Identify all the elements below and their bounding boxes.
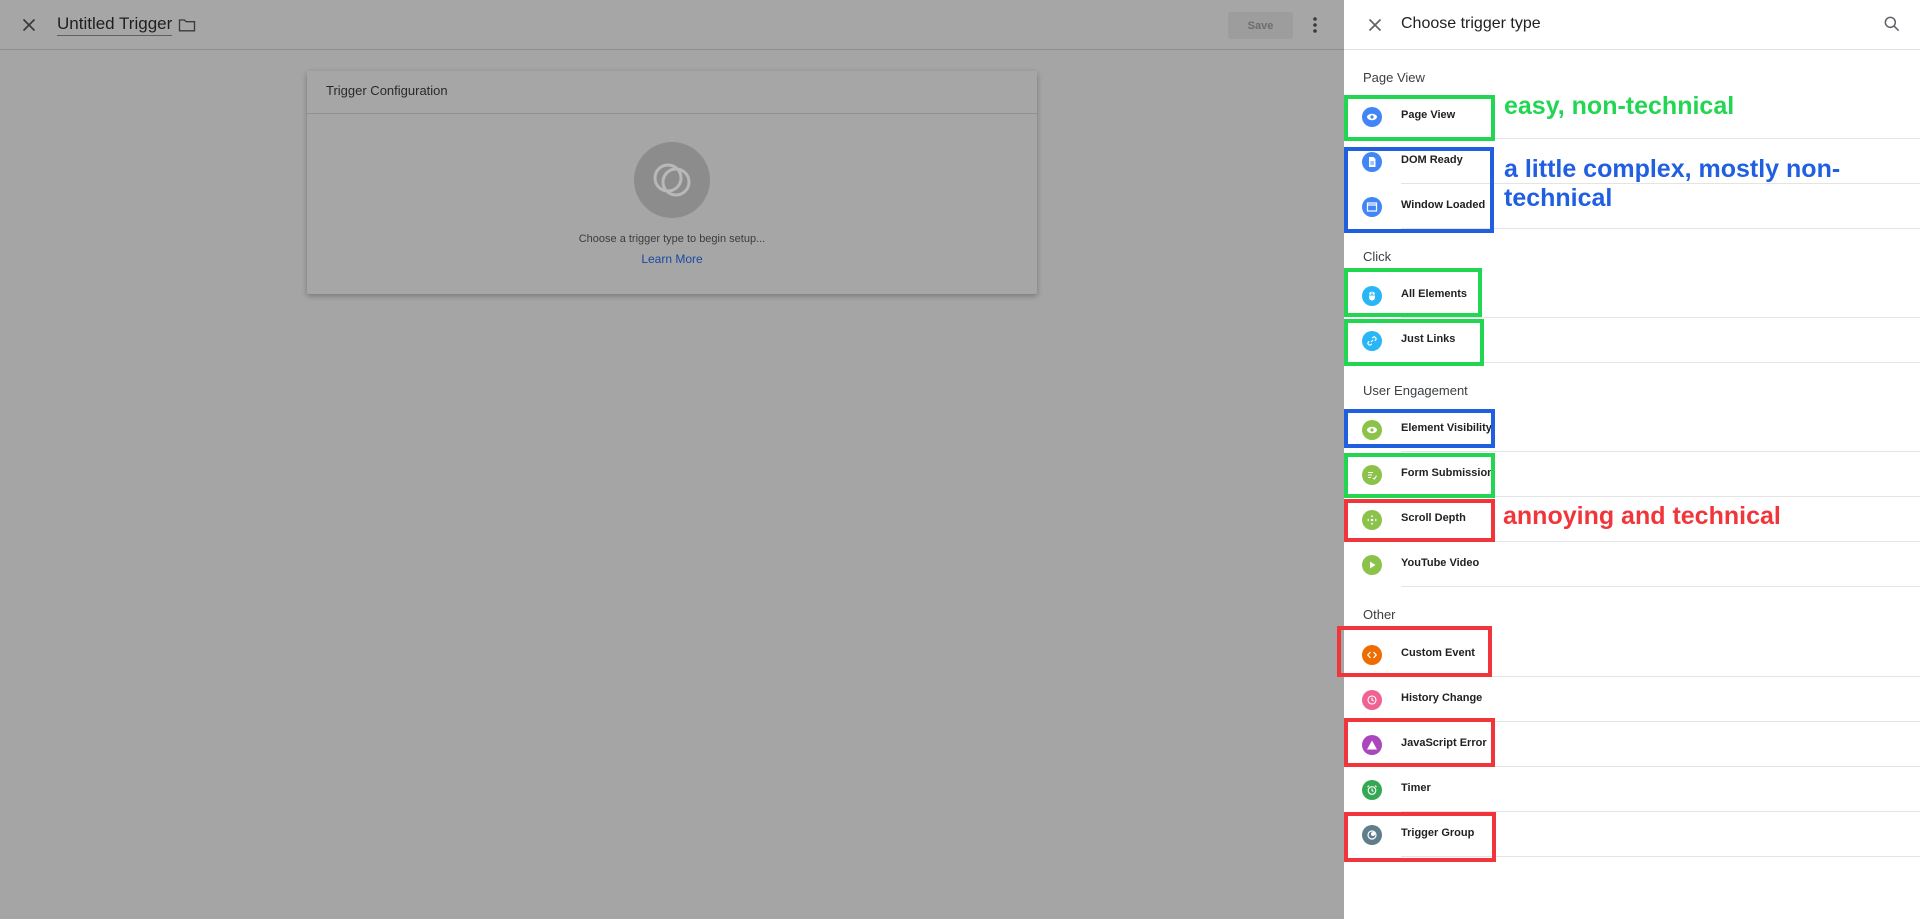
choose-trigger-type-panel: Choose trigger type Page View Click User… bbox=[1337, 0, 1920, 919]
annotation-box-green bbox=[1344, 95, 1495, 141]
annotation-box-red bbox=[1344, 499, 1495, 542]
trigger-item-history-change[interactable]: History Change bbox=[1344, 677, 1920, 722]
trigger-placeholder-icon[interactable] bbox=[634, 142, 710, 218]
close-icon[interactable] bbox=[1364, 14, 1386, 36]
trigger-name-field[interactable]: Untitled Trigger bbox=[57, 14, 173, 36]
play-icon bbox=[1362, 555, 1382, 575]
overlap-circles-icon bbox=[653, 163, 691, 197]
item-divider bbox=[1401, 586, 1920, 587]
trigger-item-label: History Change bbox=[1401, 692, 1483, 704]
setup-hint: Choose a trigger type to begin setup... bbox=[578, 233, 766, 245]
section-title-user-engagement: User Engagement bbox=[1363, 383, 1468, 398]
trigger-editor: Untitled Trigger Save Trigger Configurat… bbox=[0, 0, 1344, 919]
annotation-box-red bbox=[1337, 626, 1492, 677]
section-title-other: Other bbox=[1363, 607, 1396, 622]
more-vert-icon[interactable] bbox=[1308, 13, 1322, 37]
search-icon[interactable] bbox=[1882, 14, 1902, 34]
annotation-box-green bbox=[1344, 319, 1484, 366]
annotation-text-blue-line1: a little complex, mostly non- bbox=[1504, 155, 1841, 183]
section-title-page-view: Page View bbox=[1363, 70, 1425, 85]
annotation-box-red bbox=[1344, 718, 1495, 767]
close-icon[interactable] bbox=[18, 14, 40, 36]
annotation-box-green bbox=[1344, 453, 1495, 498]
annotation-box-blue bbox=[1344, 147, 1494, 233]
annotation-box-green bbox=[1344, 268, 1482, 317]
trigger-item-timer[interactable]: Timer bbox=[1344, 767, 1920, 812]
trigger-item-label: YouTube Video bbox=[1401, 557, 1480, 569]
annotation-text-red: annoying and technical bbox=[1503, 502, 1781, 530]
annotation-box-blue bbox=[1344, 409, 1495, 448]
save-button[interactable]: Save bbox=[1228, 12, 1293, 39]
history-icon bbox=[1362, 690, 1382, 710]
panel-title: Choose trigger type bbox=[1401, 15, 1541, 32]
trigger-item-youtube-video[interactable]: YouTube Video bbox=[1344, 542, 1920, 587]
trigger-item-label: Timer bbox=[1401, 782, 1431, 794]
folder-icon[interactable] bbox=[177, 15, 197, 35]
card-divider bbox=[307, 113, 1037, 114]
learn-more-link[interactable]: Learn More bbox=[307, 252, 1037, 266]
annotation-box-red bbox=[1344, 812, 1496, 862]
annotation-text-green: easy, non-technical bbox=[1504, 92, 1735, 120]
panel-header: Choose trigger type bbox=[1344, 0, 1920, 50]
section-title-click: Click bbox=[1363, 249, 1392, 264]
card-title: Trigger Configuration bbox=[326, 83, 448, 98]
trigger-configuration-card[interactable]: Trigger Configuration Choose a trigger t… bbox=[307, 71, 1037, 294]
annotation-text-blue-line2: technical bbox=[1504, 184, 1613, 212]
alarm-icon bbox=[1362, 780, 1382, 800]
editor-header: Untitled Trigger Save bbox=[0, 0, 1344, 50]
